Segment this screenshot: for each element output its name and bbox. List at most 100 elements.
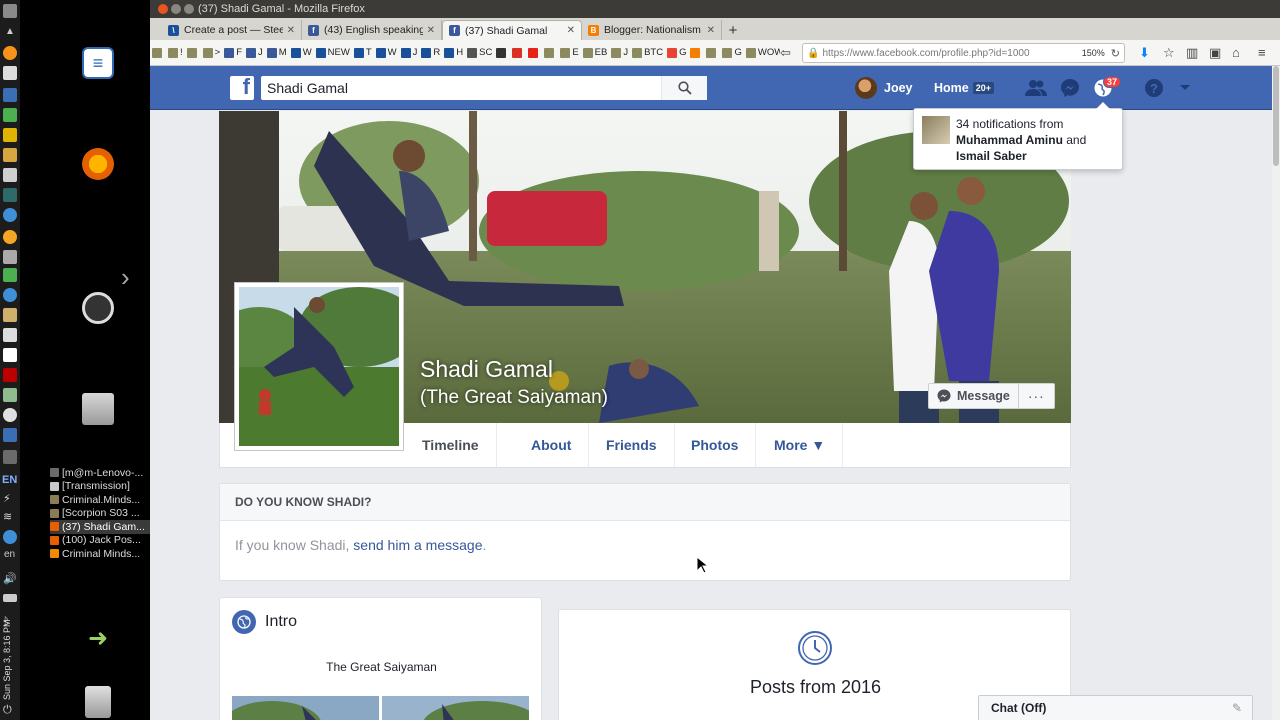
keyboard-icon[interactable] [3,428,17,442]
user-arrow-icon[interactable]: ➜ [82,622,114,654]
intro-photo-1[interactable] [232,696,379,720]
compose-icon[interactable]: ✎ [1232,701,1242,715]
youtube-addon-icon[interactable]: ▣ [1209,45,1221,61]
browser-tab[interactable]: f (43) English speaking ✕ [302,20,442,40]
firefox-icon[interactable] [82,148,114,180]
folder-icon[interactable] [3,148,17,162]
help-button[interactable]: ? [1143,78,1165,98]
browser-tab[interactable]: f (37) Shadi Gamal ✕ [442,20,582,40]
window-list-item[interactable]: [Transmission] [50,480,150,494]
apps-icon[interactable] [3,128,17,142]
language-indicator[interactable]: en [4,549,15,560]
account-menu-button[interactable] [1174,78,1196,98]
minimize-window-icon[interactable] [171,4,181,14]
disk-icon[interactable] [3,408,17,422]
bookmark-item[interactable]: EB [582,47,607,58]
bookmark-item[interactable]: T [353,47,372,58]
libreoffice-writer-icon[interactable]: ≡ [82,47,114,79]
close-tab-icon[interactable]: ✕ [567,25,575,36]
window-list-item[interactable]: Criminal.Minds... [50,493,150,507]
bookmark-item[interactable]: E [560,47,579,58]
back-icon[interactable]: ⇦ [780,45,791,61]
new-tab-button[interactable]: + [722,20,744,40]
wifi-icon[interactable]: ≋ [3,510,17,524]
terminal-icon[interactable] [3,188,17,202]
url-text[interactable]: https://www.facebook.com/profile.php?id=… [822,48,1081,59]
volume-icon[interactable]: 🔊 [3,572,17,586]
home-icon[interactable]: ⌂ [1232,45,1240,60]
search-button[interactable] [661,76,707,100]
more-options-button[interactable]: ··· [1018,383,1055,409]
bookmark-item[interactable]: W [375,47,397,58]
bookmark-item[interactable]: M [266,47,287,58]
close-window-icon[interactable] [158,4,168,14]
bookmark-item[interactable] [496,47,508,58]
menu-hamburger-icon[interactable]: ≡ [1258,45,1266,60]
home-link[interactable]: Home 20+ [934,81,995,95]
facebook-logo-icon[interactable]: f [230,74,254,100]
bookmark-item[interactable]: SC [467,47,492,58]
maximize-window-icon[interactable] [184,4,194,14]
timeline-tab[interactable]: Friends [589,423,675,467]
bookmark-item[interactable]: H [444,47,463,58]
bookmark-item[interactable]: W [290,47,312,58]
chevron-right-icon[interactable]: › [121,262,130,293]
bookmark-item[interactable]: G [667,47,686,58]
up-arrow-icon[interactable]: ▲ [3,26,17,40]
chat-bar[interactable]: Chat (Off) ✎ [978,695,1253,720]
bookmark-item[interactable] [186,47,199,58]
lock-icon[interactable]: 🔒 [807,48,819,59]
network-icon[interactable] [3,530,17,544]
window-list-item[interactable]: [m@m-Lenovo-... [50,466,150,480]
power-icon[interactable]: ⏻ [3,704,17,718]
bookmark-item[interactable] [528,47,540,58]
chrome-icon[interactable] [3,288,17,302]
bookmark-item[interactable]: F [224,47,242,58]
bookmark-item[interactable]: G [722,47,742,58]
usb-icon[interactable] [3,250,17,264]
settings-icon[interactable] [3,168,17,182]
profile-link[interactable]: Joey [855,77,913,99]
window-list-item[interactable]: (37) Shadi Gam... [50,520,150,534]
notification-name-2[interactable]: Ismail Saber [956,149,1027,163]
close-tab-icon[interactable]: ✕ [287,25,295,36]
window-list-item[interactable]: Criminal Minds... [50,547,150,561]
keyboard-layout-indicator[interactable]: EN [2,474,17,486]
bookmark-item[interactable] [690,47,702,58]
spreadsheet2-icon[interactable] [3,268,17,282]
package-icon[interactable] [3,308,17,322]
timeline-tab[interactable]: More ▼ [757,423,844,467]
search-input[interactable] [261,80,661,96]
send-message-link[interactable]: send him a message [353,537,482,553]
timeline-tab[interactable]: About [514,423,590,467]
bookmark-item[interactable]: J [611,47,628,58]
zoom-indicator[interactable]: 150% [1082,48,1105,58]
browser-tab[interactable]: B Blogger: Nationalism ✕ [582,20,722,40]
window-titlebar[interactable]: (37) Shadi Gamal - Mozilla Firefox [150,0,1280,18]
timeline-tab[interactable]: Photos [674,423,757,467]
bookmark-item[interactable]: R [421,47,440,58]
bluetooth-tray-icon[interactable] [3,450,17,464]
drive-icon[interactable] [3,388,17,402]
document-icon[interactable] [3,348,17,362]
download-icon[interactable]: ⬇ [1139,45,1150,61]
bookmark-star-icon[interactable]: ☆ [1163,45,1175,61]
friend-requests-icon[interactable] [1025,78,1047,98]
notification-popup[interactable]: 34 notifications from Muhammad Aminu and… [913,102,1123,170]
library-icon[interactable]: ▥ [1186,45,1198,61]
window-list-item[interactable]: (100) Jack Pos... [50,534,150,548]
profile-name[interactable]: Shadi Gamal [420,356,553,383]
bookmark-item[interactable]: NEW [315,47,350,58]
calculator-icon[interactable] [3,88,17,102]
bookmark-item[interactable] [152,47,164,58]
close-tab-icon[interactable]: ✕ [427,25,435,36]
message-button[interactable]: Message [928,383,1019,409]
bookmark-item[interactable]: BTC [632,47,663,58]
browser-icon[interactable] [3,208,17,222]
video-icon[interactable] [3,368,17,382]
power-tray-icon[interactable]: ⚡ [3,492,17,506]
bookmark-item[interactable]: WOW [745,47,780,58]
browser-tab[interactable]: \ Create a post — Steem ✕ [162,20,302,40]
bookmark-item[interactable] [544,47,556,58]
ubuntu-icon[interactable] [3,230,17,244]
